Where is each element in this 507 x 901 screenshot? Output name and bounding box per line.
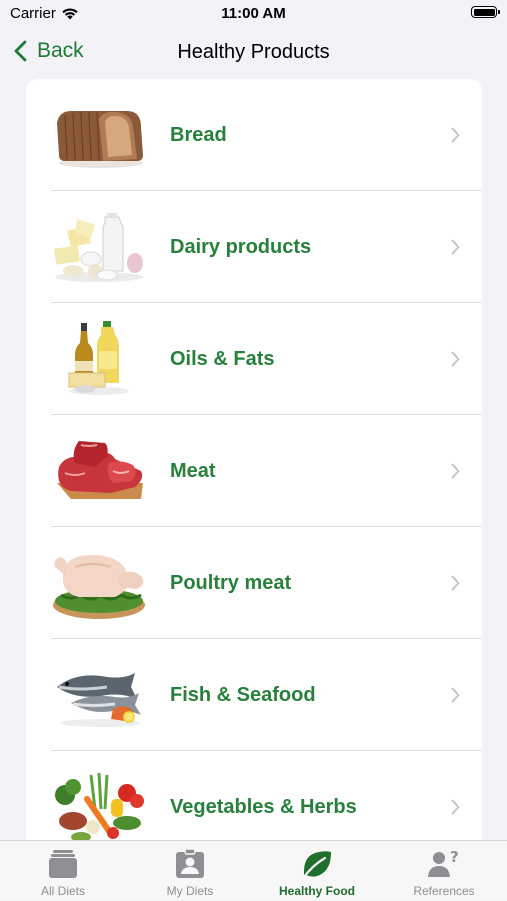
chevron-right-icon	[451, 351, 460, 367]
chevron-right-icon	[451, 239, 460, 255]
nav-bar: Back Healthy Products	[0, 30, 507, 76]
tab-label: Healthy Food	[278, 884, 355, 898]
list-item-label: Meat	[170, 460, 216, 482]
list-item-meat[interactable]: Meat	[26, 415, 482, 527]
list-item-label: Poultry meat	[170, 572, 292, 594]
dairy-image	[54, 213, 143, 282]
meat-image	[57, 441, 143, 499]
person-question-icon: ?	[428, 849, 459, 877]
chevron-right-icon	[451, 575, 460, 591]
product-category-list: Bread Dairy products Oils & Fats Meat Po…	[26, 79, 482, 859]
tab-healthy-food[interactable]: Healthy Food	[254, 841, 380, 901]
chevron-right-icon	[451, 687, 460, 703]
stack-icon	[49, 850, 77, 878]
list-item-fish-seafood[interactable]: Fish & Seafood	[26, 639, 482, 751]
profile-card-icon	[176, 849, 204, 878]
page-title: Healthy Products	[177, 41, 330, 63]
list-item-bread[interactable]: Bread	[26, 79, 482, 191]
list-item-dairy-products[interactable]: Dairy products	[26, 191, 482, 303]
poultry-image	[53, 555, 145, 619]
status-time: 11:00 AM	[221, 5, 286, 22]
tab-my-diets[interactable]: My Diets	[127, 841, 253, 901]
tab-label: All Diets	[40, 884, 85, 898]
list-item-poultry-meat[interactable]: Poultry meat	[26, 527, 482, 639]
chevron-right-icon	[451, 799, 460, 815]
tab-all-diets[interactable]: All Diets	[0, 841, 126, 901]
tab-bar: All Diets My Diets Healthy Food ? Refere…	[0, 840, 507, 900]
bread-image	[57, 111, 143, 168]
leaf-icon	[302, 851, 331, 879]
list-item-label: Oils & Fats	[170, 348, 275, 370]
svg-text:?: ?	[450, 849, 459, 866]
list-item-label: Bread	[170, 124, 227, 146]
oils-image	[68, 321, 129, 395]
tab-label: My Diets	[166, 884, 214, 898]
fish-image	[57, 673, 141, 727]
list-item-label: Dairy products	[170, 236, 312, 258]
battery-icon	[471, 6, 500, 18]
chevron-right-icon	[451, 127, 460, 143]
list-item-label: Fish & Seafood	[170, 684, 316, 706]
tab-label: References	[413, 884, 475, 898]
chevron-right-icon	[451, 463, 460, 479]
status-bar: Carrier 11:00 AM	[0, 0, 507, 28]
list-item-oils-fats[interactable]: Oils & Fats	[26, 303, 482, 415]
vegetables-image	[55, 772, 144, 842]
tab-references[interactable]: ? References	[381, 841, 507, 901]
